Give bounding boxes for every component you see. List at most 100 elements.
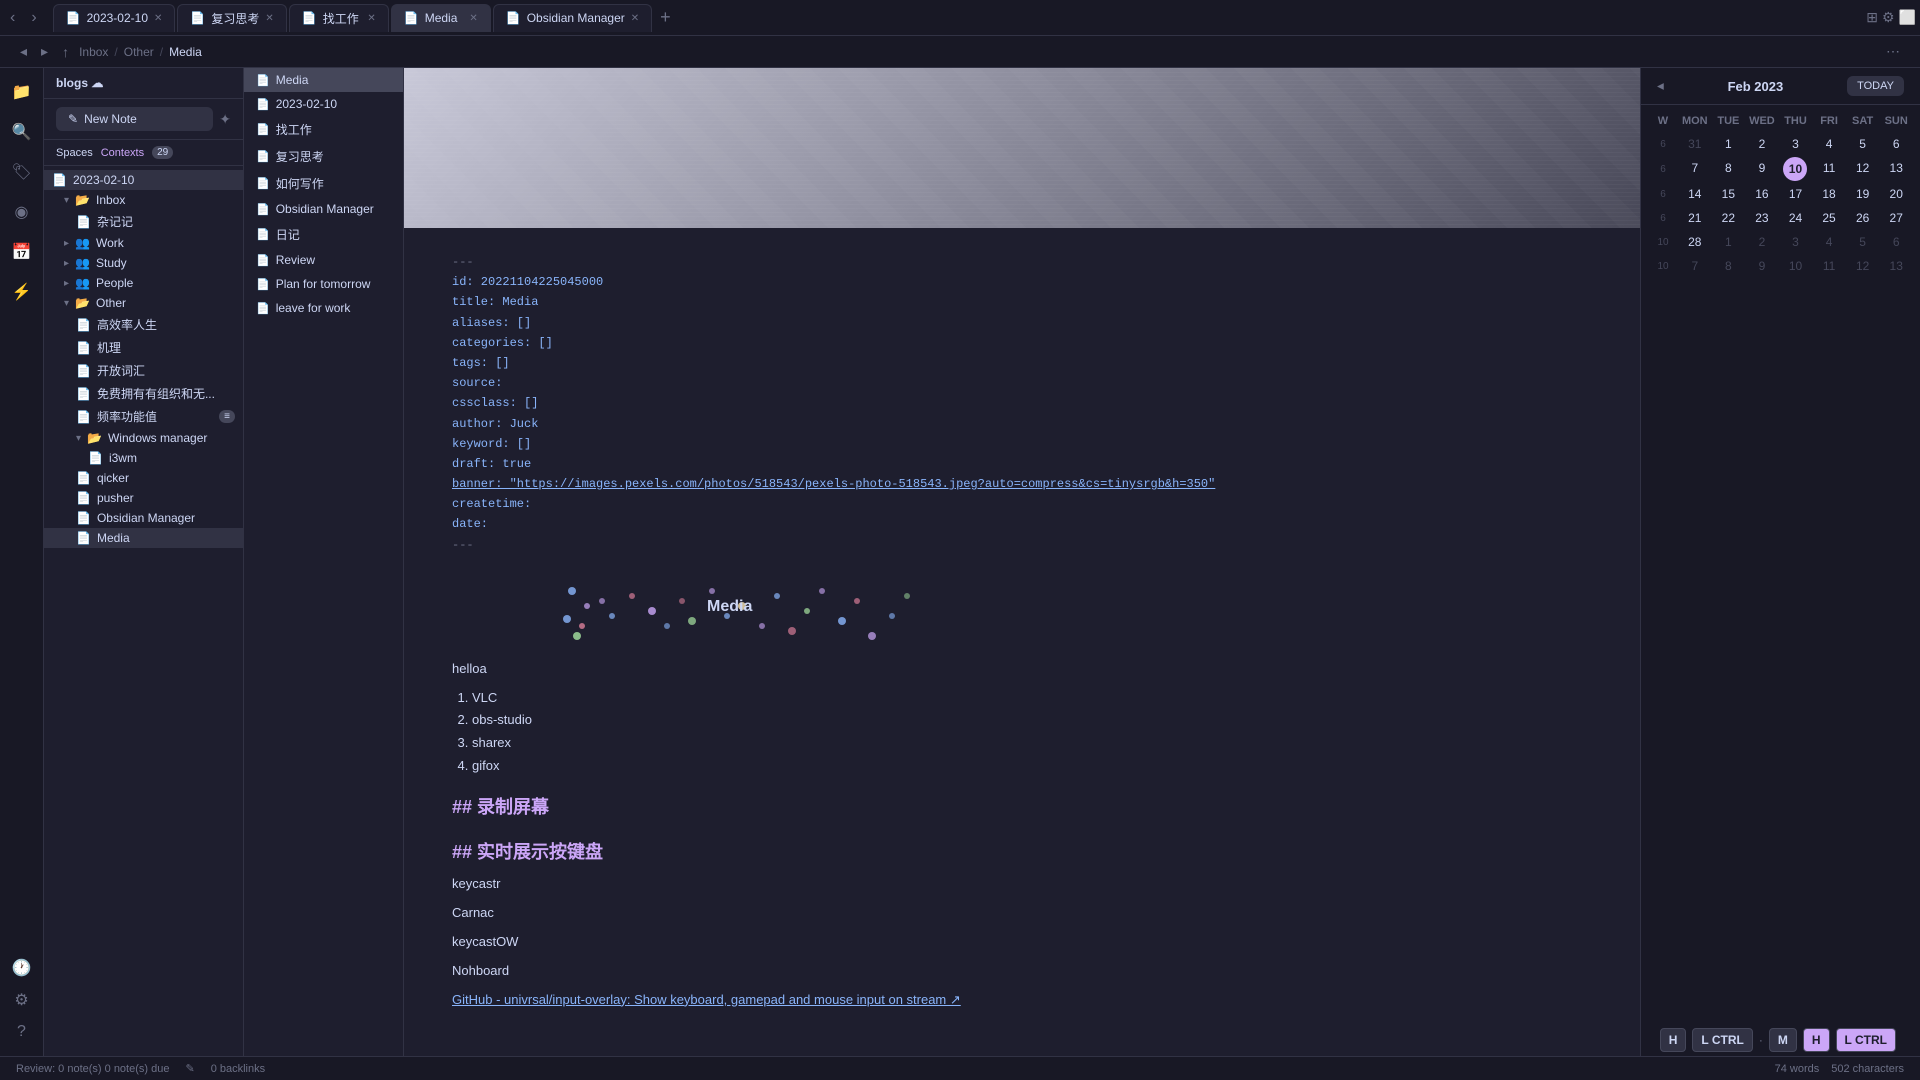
cal-day-7[interactable]: 7 <box>1679 157 1711 181</box>
cal-day-18[interactable]: 18 <box>1813 183 1845 205</box>
cal-day-m11[interactable]: 11 <box>1813 255 1845 277</box>
nav-back-button[interactable]: ‹ <box>4 7 21 29</box>
tree-item-gaoxiao[interactable]: 📄 高效率人生 <box>44 313 243 336</box>
cal-day-6[interactable]: 6 <box>1880 133 1912 155</box>
today-button[interactable]: TODAY <box>1847 76 1904 96</box>
breadcrumb-nav-right[interactable]: ▸ <box>37 41 52 62</box>
cal-day-14[interactable]: 14 <box>1679 183 1711 205</box>
github-link[interactable]: GitHub - univrsal/input-overlay: Show ke… <box>452 992 961 1007</box>
tree-item-qicker[interactable]: 📄 qicker <box>44 468 243 488</box>
sidebar-help-icon[interactable]: ? <box>6 1016 38 1048</box>
sidebar-tags-icon[interactable]: 🏷 <box>6 156 38 188</box>
tab-obsidian[interactable]: 📄 Obsidian Manager ✕ <box>493 4 652 32</box>
cal-day-1[interactable]: 1 <box>1713 133 1745 155</box>
tab-date[interactable]: 📄 2023-02-10 ✕ <box>53 4 176 32</box>
cal-day-m5[interactable]: 5 <box>1847 231 1879 253</box>
recent-ruhe[interactable]: 📄 如何写作 <box>244 170 403 197</box>
tab-work[interactable]: 📄 找工作 ✕ <box>289 4 389 32</box>
cal-day-m6[interactable]: 6 <box>1880 231 1912 253</box>
cal-day-4[interactable]: 4 <box>1813 133 1845 155</box>
tree-item-i3wm[interactable]: 📄 i3wm <box>44 448 243 468</box>
new-note-button[interactable]: ✎ New Note <box>56 107 213 131</box>
recent-media[interactable]: 📄 Media <box>244 68 403 92</box>
cal-day-24[interactable]: 24 <box>1780 207 1812 229</box>
tab-work-close[interactable]: ✕ <box>367 13 375 24</box>
recent-fuxisi[interactable]: 📄 复习思考 <box>244 143 403 170</box>
cal-day-12[interactable]: 12 <box>1847 157 1879 181</box>
tree-item-people[interactable]: ▸ 👥 People <box>44 273 243 293</box>
tree-item-mianzhai[interactable]: 📄 免费拥有有组织和无... <box>44 382 243 405</box>
tab-obsidian-close[interactable]: ✕ <box>631 13 639 24</box>
tree-item-zazhiji[interactable]: 📄 杂记记 <box>44 210 243 233</box>
cal-day-9[interactable]: 9 <box>1746 157 1778 181</box>
recent-obsidian[interactable]: 📄 Obsidian Manager <box>244 197 403 221</box>
cal-day-5[interactable]: 5 <box>1847 133 1879 155</box>
cal-day-28[interactable]: 28 <box>1679 231 1711 253</box>
cal-day-22[interactable]: 22 <box>1713 207 1745 229</box>
new-tab-button[interactable]: + <box>654 7 677 28</box>
tree-item-kaifang[interactable]: 📄 开放词汇 <box>44 359 243 382</box>
tree-item-jili[interactable]: 📄 机理 <box>44 336 243 359</box>
cal-day-19[interactable]: 19 <box>1847 183 1879 205</box>
sidebar-files-icon[interactable]: 📁 <box>6 76 38 108</box>
cal-day-m2[interactable]: 2 <box>1746 231 1778 253</box>
cal-day-8[interactable]: 8 <box>1713 157 1745 181</box>
cal-day-m9[interactable]: 9 <box>1746 255 1778 277</box>
recent-riji[interactable]: 📄 日记 <box>244 221 403 248</box>
cal-day-17[interactable]: 17 <box>1780 183 1812 205</box>
cal-day-27[interactable]: 27 <box>1880 207 1912 229</box>
tree-item-inbox[interactable]: ▾ 📂 Inbox <box>44 190 243 210</box>
cal-day-20[interactable]: 20 <box>1880 183 1912 205</box>
tree-item-study[interactable]: ▸ 👥 Study <box>44 253 243 273</box>
cal-day-m7[interactable]: 7 <box>1679 255 1711 277</box>
breadcrumb-nav-left[interactable]: ◂ <box>16 41 31 62</box>
tree-item-obsidian-manager[interactable]: 📄 Obsidian Manager <box>44 508 243 528</box>
maximize-button[interactable]: ⬜ <box>1899 9 1916 26</box>
document-content[interactable]: --- id: 20221104225045000 title: Media a… <box>404 228 1640 1056</box>
tab-date-close[interactable]: ✕ <box>154 13 162 24</box>
recent-date[interactable]: 📄 2023-02-10 <box>244 92 403 116</box>
more-options-button[interactable]: ⋯ <box>1882 41 1904 62</box>
sidebar-calendar-icon[interactable]: 📅 <box>6 236 38 268</box>
sidebar-settings-icon[interactable]: ⚙ <box>6 984 38 1016</box>
tree-item-pusher[interactable]: 📄 pusher <box>44 488 243 508</box>
sidebar-clock-icon[interactable]: 🕐 <box>6 952 38 984</box>
cal-day-16[interactable]: 16 <box>1746 183 1778 205</box>
layout-button[interactable]: ⊞ <box>1866 9 1878 26</box>
cal-day-m4[interactable]: 4 <box>1813 231 1845 253</box>
recent-gongzuo[interactable]: 📄 找工作 <box>244 116 403 143</box>
cal-day-m3[interactable]: 3 <box>1780 231 1812 253</box>
tree-item-work[interactable]: ▸ 👥 Work <box>44 233 243 253</box>
cal-day-23[interactable]: 23 <box>1746 207 1778 229</box>
cal-day-m1[interactable]: 1 <box>1713 231 1745 253</box>
sidebar-search-icon[interactable]: 🔍 <box>6 116 38 148</box>
tab-review-close[interactable]: ✕ <box>265 13 273 24</box>
cal-day-3[interactable]: 3 <box>1780 133 1812 155</box>
sidebar-plugin-icon[interactable]: ⚡ <box>6 276 38 308</box>
tab-media-close[interactable]: ✕ <box>469 13 477 24</box>
tree-item-windows-manager[interactable]: ▾ 📂 Windows manager <box>44 428 243 448</box>
config-button[interactable]: ✦ <box>219 111 231 128</box>
recent-review[interactable]: 📄 Review <box>244 248 403 272</box>
breadcrumb-other[interactable]: Other <box>124 45 154 59</box>
cal-day-m12[interactable]: 12 <box>1847 255 1879 277</box>
cal-day-10[interactable]: 10 <box>1783 157 1807 181</box>
sidebar-graph-icon[interactable]: ◉ <box>6 196 38 228</box>
cal-prev-button[interactable]: ◂ <box>1657 78 1664 94</box>
tree-item-recent-date[interactable]: 📄 2023-02-10 <box>44 170 243 190</box>
cal-day-m13[interactable]: 13 <box>1880 255 1912 277</box>
cal-day-11[interactable]: 11 <box>1813 157 1845 181</box>
cal-day-31[interactable]: 31 <box>1679 133 1711 155</box>
breadcrumb-nav-up[interactable]: ↑ <box>58 42 73 62</box>
tree-item-shupin[interactable]: 📄 频率功能值 ≡ <box>44 405 243 428</box>
nav-forward-button[interactable]: › <box>25 7 42 29</box>
cal-day-2[interactable]: 2 <box>1746 133 1778 155</box>
breadcrumb-inbox[interactable]: Inbox <box>79 45 108 59</box>
recent-plan[interactable]: 📄 Plan for tomorrow <box>244 272 403 296</box>
tree-item-other[interactable]: ▾ 📂 Other <box>44 293 243 313</box>
cal-day-13[interactable]: 13 <box>1880 157 1912 181</box>
tab-review[interactable]: 📄 复习思考 ✕ <box>177 4 286 32</box>
tree-item-media[interactable]: 📄 Media <box>44 528 243 548</box>
cal-day-m10[interactable]: 10 <box>1780 255 1812 277</box>
cal-day-m8[interactable]: 8 <box>1713 255 1745 277</box>
